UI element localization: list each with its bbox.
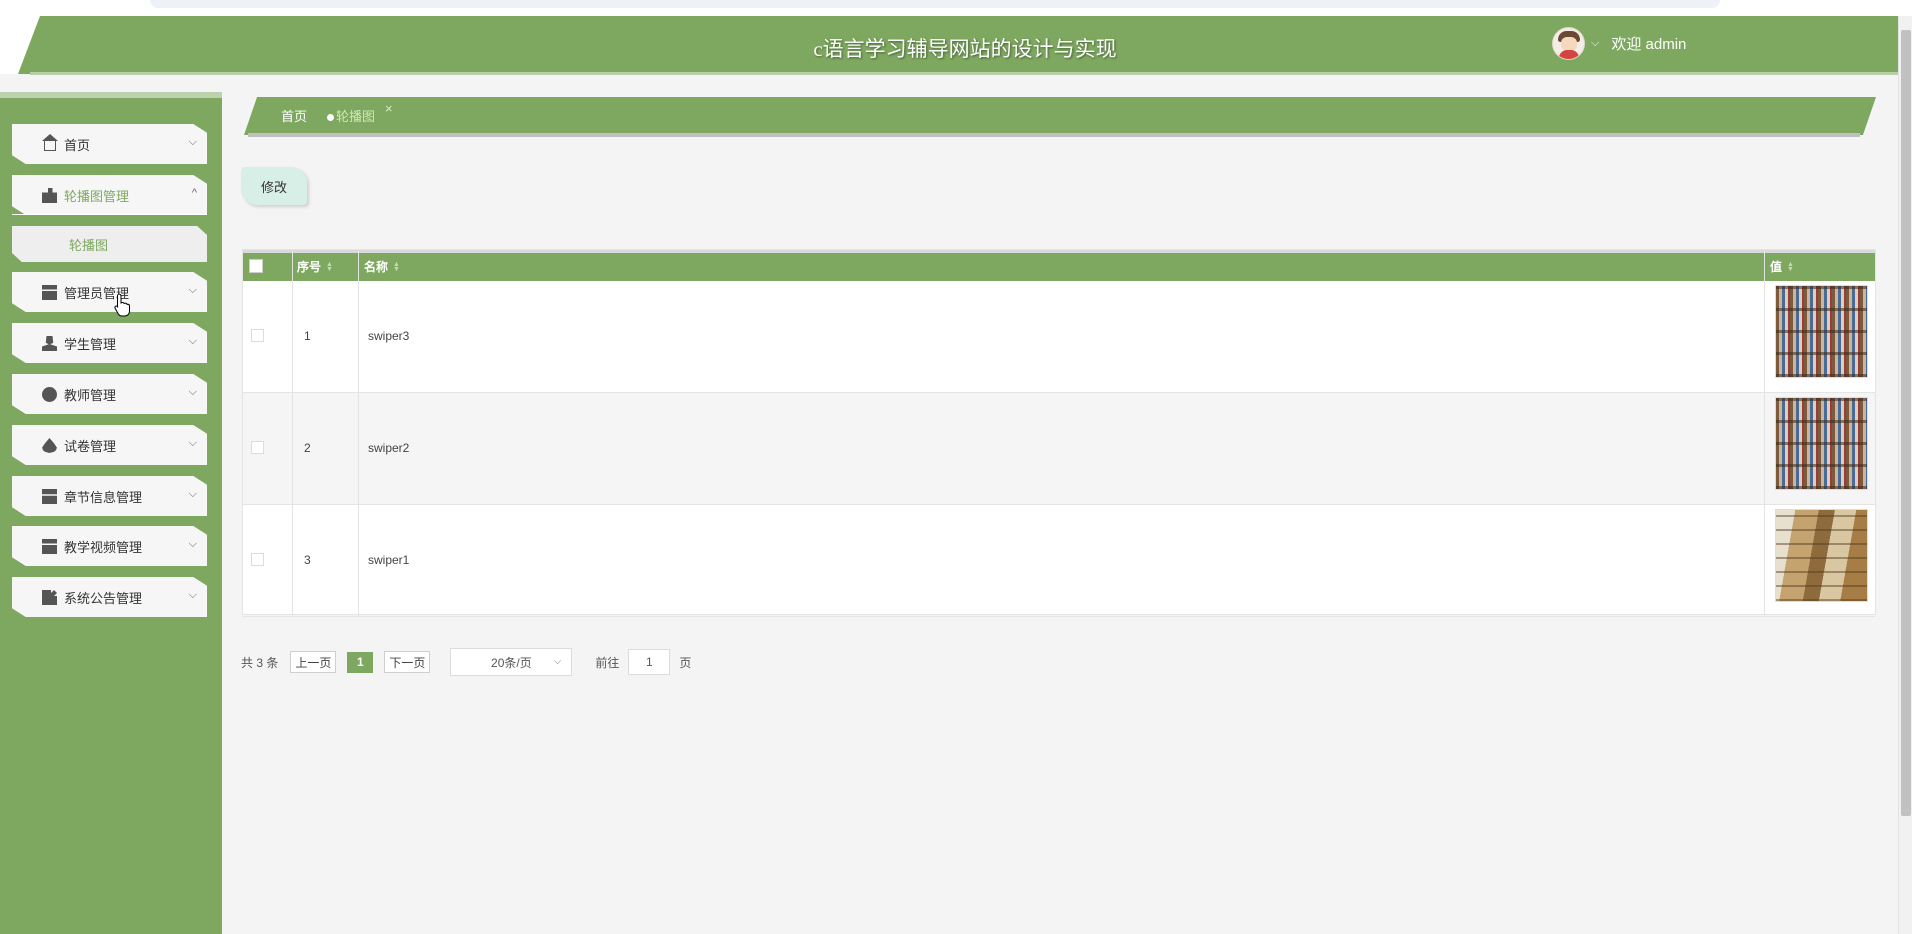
table-row[interactable]: 1 swiper3	[243, 281, 1875, 393]
bookshelf-photo[interactable]	[1775, 397, 1868, 490]
sidebar-item-label: 教学视频管理	[64, 539, 143, 555]
column-header-index[interactable]: 序号 ▲ ▼	[297, 258, 333, 275]
column-divider	[292, 250, 293, 616]
select-all-checkbox[interactable]	[249, 259, 263, 273]
list-icon	[42, 489, 57, 504]
row-index: 2	[304, 441, 311, 455]
chevron-down-icon: ⌵	[188, 284, 197, 296]
column-header-value[interactable]: 值 ▲ ▼	[1770, 258, 1794, 275]
sort-icon[interactable]: ▲ ▼	[326, 261, 333, 273]
row-index: 1	[304, 329, 311, 343]
column-header-label: 值	[1770, 260, 1783, 274]
sidebar-item-admins[interactable]: 管理员管理 ⌵	[12, 272, 207, 312]
breadcrumb-shadow	[248, 133, 1860, 137]
column-header-label: 序号	[297, 260, 322, 274]
sidebar-item-label: 学生管理	[64, 336, 117, 352]
chevron-down-icon: ⌵	[553, 656, 562, 667]
active-dot-icon	[327, 114, 334, 122]
submenu-divider	[12, 214, 207, 215]
sidebar-item-label: 教师管理	[64, 387, 117, 403]
page-number-current[interactable]: 1	[347, 651, 374, 673]
row-name: swiper2	[368, 441, 410, 455]
sidebar-item-students[interactable]: 学生管理 ⌵	[12, 323, 207, 363]
breadcrumb	[244, 97, 1876, 135]
teacher-icon	[42, 387, 57, 402]
table-header: 序号 ▲ ▼ 名称 ▲ ▼ 值 ▲ ▼	[243, 250, 1875, 281]
sidebar-item-notices[interactable]: 系统公告管理 ⌵	[12, 577, 207, 617]
goto-label: 前往	[595, 655, 620, 670]
row-index: 3	[304, 553, 311, 567]
carousel-table: 序号 ▲ ▼ 名称 ▲ ▼ 值 ▲ ▼ 1 swiper3 2 swiper2 3 s…	[242, 249, 1876, 617]
breadcrumb-home-tab[interactable]: 首页	[281, 106, 307, 125]
sidebar-item-papers[interactable]: 试卷管理 ⌵	[12, 425, 207, 465]
archive-icon	[42, 285, 57, 300]
sort-icon[interactable]: ▲ ▼	[393, 261, 400, 273]
sidebar-item-label: 轮播图管理	[64, 188, 130, 204]
avatar[interactable]	[1552, 26, 1585, 60]
column-header-label: 名称	[364, 260, 389, 274]
row-checkbox[interactable]	[251, 553, 264, 566]
user-menu[interactable]: ⌵ 欢迎 admin	[1552, 26, 1686, 60]
sidebar-item-label: 系统公告管理	[64, 590, 143, 606]
chevron-down-icon: ⌵	[188, 488, 197, 500]
column-divider	[358, 250, 359, 616]
total-count: 共 3 条	[241, 655, 279, 670]
video-icon	[42, 539, 57, 554]
browser-top-bar	[0, 0, 1912, 16]
sidebar-item-carousel[interactable]: 轮播图管理 ^	[12, 175, 207, 215]
breadcrumb-current-label: 轮播图	[336, 109, 376, 124]
chevron-down-icon: ⌵	[188, 335, 197, 347]
chevron-down-icon: ⌵	[188, 538, 197, 550]
scrollbar-thumb[interactable]	[1901, 30, 1911, 816]
prev-page-button[interactable]: 上一页	[290, 651, 337, 673]
sidebar-item-chapters[interactable]: 章节信息管理 ⌵	[12, 476, 207, 516]
library-photo[interactable]	[1775, 509, 1868, 602]
row-checkbox[interactable]	[251, 441, 264, 454]
site-header: c语言学习辅导网站的设计与实现 ⌵ 欢迎 admin	[0, 16, 1898, 75]
next-page-button[interactable]: 下一页	[384, 651, 431, 673]
sidebar-item-teachers[interactable]: 教师管理 ⌵	[12, 374, 207, 414]
sidebar-item-label: 首页	[64, 137, 91, 153]
image-icon	[42, 188, 57, 203]
hand-cursor-icon	[114, 293, 130, 317]
notice-icon	[42, 590, 57, 605]
chevron-down-icon: ⌵	[188, 386, 197, 398]
chevron-down-icon[interactable]: ⌵	[1591, 37, 1599, 50]
user-icon	[42, 336, 57, 351]
sidebar-item-videos[interactable]: 教学视频管理 ⌵	[12, 526, 207, 566]
sort-icon[interactable]: ▲ ▼	[1787, 261, 1794, 273]
chevron-down-icon: ⌵	[188, 136, 197, 148]
close-icon[interactable]: ×	[385, 101, 393, 116]
chevron-down-icon: ⌵	[188, 437, 197, 449]
page-size-value: 20条/页	[491, 655, 532, 670]
sidebar-item-label: 章节信息管理	[64, 489, 143, 505]
page-scrollbar[interactable]	[1898, 16, 1912, 934]
header-underline	[30, 72, 1898, 75]
sidebar-item-label: 试卷管理	[64, 438, 117, 454]
table-row[interactable]: 3 swiper1	[243, 505, 1875, 617]
page-size-select[interactable]: 20条/页 ⌵	[450, 648, 573, 676]
edit-button[interactable]: 修改	[241, 167, 307, 205]
row-name: swiper3	[368, 329, 410, 343]
sidebar-item-home[interactable]: 首页 ⌵	[12, 124, 207, 164]
chevron-down-icon: ⌵	[188, 589, 197, 601]
column-divider	[1764, 250, 1765, 616]
row-name: swiper1	[368, 553, 410, 567]
chevron-up-icon: ^	[191, 187, 197, 199]
row-checkbox[interactable]	[251, 329, 264, 342]
column-header-name[interactable]: 名称 ▲ ▼	[364, 258, 400, 275]
table-row[interactable]: 2 swiper2	[243, 393, 1875, 505]
bookshelf-photo[interactable]	[1775, 285, 1868, 378]
pagination: 共 3 条 上一页 1 下一页 20条/页 ⌵ 前往 1 页	[241, 648, 691, 676]
welcome-text: 欢迎 admin	[1611, 35, 1687, 53]
drop-icon	[42, 438, 57, 453]
sidebar-subitem-carousel[interactable]: 轮播图	[12, 226, 207, 262]
breadcrumb-current-tab[interactable]: 轮播图	[327, 106, 375, 125]
home-icon	[42, 134, 58, 151]
goto-page-input[interactable]: 1	[628, 649, 671, 675]
browser-address-strip	[150, 0, 1720, 8]
page-suffix-label: 页	[679, 655, 692, 670]
